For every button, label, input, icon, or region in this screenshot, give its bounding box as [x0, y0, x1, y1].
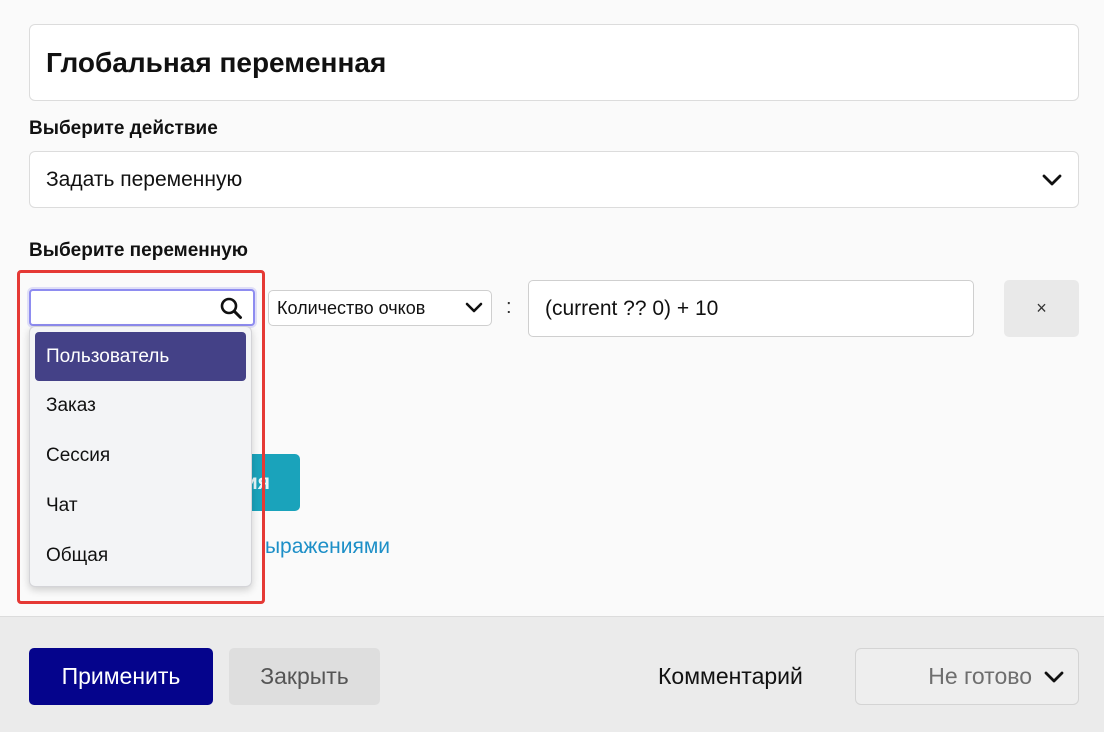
action-select[interactable]: Задать переменную: [29, 151, 1079, 208]
global-variable-dialog: Глобальная переменная Выберите действие …: [0, 0, 1104, 732]
scope-search-input[interactable]: [39, 295, 209, 321]
scope-search-field[interactable]: [29, 289, 255, 326]
separator: :: [506, 296, 512, 318]
status-select[interactable]: Не готово: [855, 648, 1079, 705]
action-select-value: Задать переменную: [46, 167, 243, 191]
scope-option-chat[interactable]: Чат: [35, 481, 246, 531]
scope-option-session[interactable]: Сессия: [35, 431, 246, 481]
chevron-down-icon: [465, 302, 483, 314]
scope-dropdown: Пользователь Заказ Сессия Чат Общая: [29, 326, 252, 587]
status-value: Не готово: [928, 663, 1032, 689]
dialog-footer: Применить Закрыть Комментарий Не готово: [0, 616, 1104, 732]
close-button[interactable]: Закрыть: [229, 648, 380, 705]
page-title: Глобальная переменная: [29, 24, 1079, 101]
comment-link[interactable]: Комментарий: [658, 663, 803, 690]
scope-option-common[interactable]: Общая: [35, 531, 246, 581]
chevron-down-icon: [1044, 670, 1064, 684]
apply-button[interactable]: Применить: [29, 648, 213, 705]
search-icon[interactable]: [219, 296, 243, 320]
expression-input[interactable]: (current ?? 0) + 10: [528, 280, 974, 337]
variable-name-select[interactable]: Количество очков: [268, 290, 492, 326]
expression-value: (current ?? 0) + 10: [545, 296, 719, 320]
action-label: Выберите действие: [29, 118, 218, 139]
scope-option-order[interactable]: Заказ: [35, 381, 246, 431]
close-icon: ×: [1036, 298, 1047, 318]
variable-name-value: Количество очков: [277, 297, 426, 318]
variable-label: Выберите переменную: [29, 240, 249, 261]
chevron-down-icon: [1042, 173, 1062, 187]
remove-variable-button[interactable]: ×: [1004, 280, 1079, 337]
scope-option-user[interactable]: Пользователь: [35, 332, 246, 381]
